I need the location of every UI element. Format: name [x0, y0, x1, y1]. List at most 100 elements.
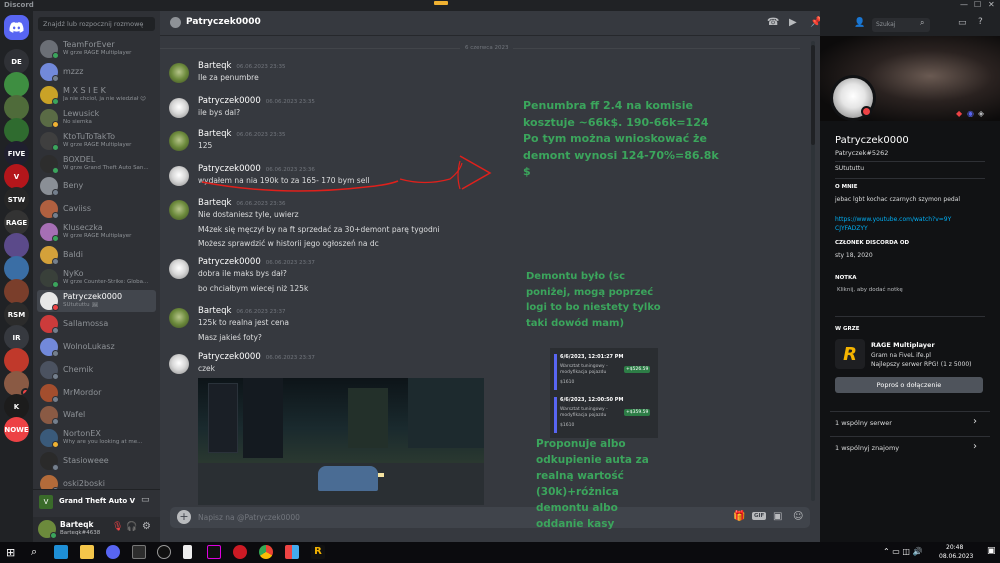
home-discord-icon[interactable]: [4, 15, 29, 40]
settings-gear-icon[interactable]: ⚙: [142, 521, 151, 532]
server-icon[interactable]: IR: [4, 325, 29, 350]
mic-muted-icon[interactable]: 🎙: [112, 522, 123, 532]
dm-item[interactable]: Chemik: [37, 359, 156, 381]
server-icon[interactable]: V: [4, 164, 29, 189]
dm-item[interactable]: TeamForEver W grze RAGE Multiplayer: [37, 38, 156, 60]
server-icon[interactable]: STW: [4, 187, 29, 212]
dm-item[interactable]: Wafel: [37, 404, 156, 426]
update-indicator[interactable]: [434, 1, 448, 5]
dm-item[interactable]: Sallamossa: [37, 313, 156, 335]
dm-name: Caviiss: [63, 204, 92, 214]
dm-item[interactable]: Patryczek0000 SUtututtu 🖼: [37, 289, 156, 312]
help-icon[interactable]: ?: [978, 17, 983, 27]
file-explorer-icon[interactable]: [80, 545, 94, 559]
status-icon: [52, 464, 59, 472]
receipt-date: 6/6/2023, 12:01:27 PM: [560, 354, 624, 360]
notepad-icon[interactable]: [183, 545, 192, 559]
mutual-friends-row[interactable]: 1 wspólnyj znajomy ›: [830, 437, 990, 459]
in-game-heading: W grze: [835, 326, 860, 332]
inbox-icon[interactable]: ▭: [958, 18, 967, 28]
dm-item[interactable]: Caviiss: [37, 198, 156, 220]
edge-icon[interactable]: [54, 545, 68, 559]
server-icon[interactable]: DE: [4, 49, 29, 74]
about-me-text: jebac lgbt kochac czarnych szymon pedal: [835, 196, 961, 203]
add-friend-icon[interactable]: 👤: [854, 18, 865, 28]
server-icon[interactable]: NOWE: [4, 417, 29, 442]
notifications-icon[interactable]: ▣: [987, 546, 996, 556]
close-icon[interactable]: ✕: [988, 0, 995, 9]
dm-item[interactable]: NyKo W grze Counter-Strike: Globa...: [37, 267, 156, 289]
dm-item[interactable]: Beny: [37, 175, 156, 197]
chevron-right-icon: ›: [973, 416, 977, 427]
status-icon: [52, 372, 59, 380]
system-tray-icons[interactable]: ⌃ ▭ ◫ 🔊: [883, 547, 922, 556]
receipt-entry: 6/6/2023, 12:01:27 PM Warsztat tuningowy …: [554, 354, 654, 392]
server-icon[interactable]: [4, 95, 29, 120]
windows-start-icon[interactable]: ⊞: [6, 546, 15, 559]
dm-item[interactable]: Baldi: [37, 244, 156, 266]
mutual-servers-row[interactable]: 1 wspólny serwer ›: [830, 412, 990, 434]
dm-activity: W grze RAGE Multiplayer: [63, 233, 132, 240]
search-icon[interactable]: ⌕: [920, 18, 924, 28]
minimize-icon[interactable]: —: [960, 0, 968, 9]
dm-activity: W grze Grand Theft Auto San...: [63, 164, 149, 171]
server-icon[interactable]: [4, 72, 29, 97]
server-icon[interactable]: [4, 371, 29, 396]
server-icon[interactable]: [4, 256, 29, 281]
opera-icon[interactable]: [233, 545, 247, 559]
discord-taskbar-icon[interactable]: [106, 545, 120, 559]
status-icon: [52, 120, 59, 128]
dm-item[interactable]: M X S I E K Ja nie chcioł, ja nie wiedzia…: [37, 84, 156, 106]
dm-item[interactable]: BOXDEL W grze Grand Theft Auto San...: [37, 153, 156, 175]
status-icon: [52, 395, 59, 403]
dm-name: Chemik: [63, 364, 94, 374]
member-since-heading: Członek Discorda od: [835, 240, 910, 246]
dm-item[interactable]: Stasioweee: [37, 450, 156, 472]
server-icon[interactable]: [4, 348, 29, 373]
status-icon: [52, 303, 59, 311]
ask-to-join-button[interactable]: Poproś o dołączenie: [835, 377, 983, 393]
server-icon[interactable]: RAGE: [4, 210, 29, 235]
dm-item[interactable]: WolnoLukasz: [37, 336, 156, 358]
chevron-right-icon: ›: [973, 441, 977, 452]
dm-activity: Why are you looking at me...: [63, 439, 143, 446]
dm-item[interactable]: NortonEX Why are you looking at me...: [37, 427, 156, 449]
search-icon[interactable]: ⌕: [31, 545, 37, 559]
now-playing-bar[interactable]: V Grand Theft Auto V ▭: [33, 489, 160, 513]
receipt-desc: Warsztat tuningowy - modyfikacja pojazdu: [560, 364, 608, 375]
about-me-link[interactable]: https://www.youtube.com/watch?v=9YCJYFAD…: [835, 215, 955, 233]
dm-item[interactable]: KtoTuToTakTo W grze RAGE Multiplayer: [37, 130, 156, 152]
server-icon[interactable]: [4, 233, 29, 258]
server-icon[interactable]: [4, 118, 29, 143]
chrome-icon[interactable]: [259, 545, 273, 559]
dm-name: NortonEX: [63, 429, 101, 439]
dm-item[interactable]: MrMordor: [37, 382, 156, 404]
server-icon[interactable]: RSM: [4, 302, 29, 327]
media-player-icon[interactable]: [157, 545, 171, 559]
dm-item[interactable]: Lewusick No siemka: [37, 107, 156, 129]
user-panel: Barteqk Barteqk#4638 🎙 🎧 ⚙: [33, 517, 160, 542]
receipt-screenshot: 6/6/2023, 12:01:27 PM Warsztat tuningowy …: [550, 348, 658, 438]
dm-name: mzzz: [63, 66, 84, 76]
dm-item[interactable]: Kluseczka W grze RAGE Multiplayer: [37, 221, 156, 243]
profile-custom-status: SUtututtu: [835, 165, 865, 172]
profile-tag: Patryczek#5262: [835, 149, 889, 157]
note-input[interactable]: Kliknij, aby dodać notkę: [837, 287, 903, 293]
server-icon[interactable]: FIVE: [4, 141, 29, 166]
dm-item[interactable]: mzzz: [37, 61, 156, 83]
dm-activity: W grze Counter-Strike: Globa...: [63, 279, 149, 285]
app-icon[interactable]: [132, 545, 146, 559]
dm-name: Wafel: [63, 410, 86, 420]
rage-multiplayer-icon[interactable]: R: [311, 545, 325, 559]
dm-search-input[interactable]: Znajdź lub rozpocznij rozmowę: [38, 17, 155, 31]
server-icon[interactable]: K: [4, 394, 29, 419]
maximize-icon[interactable]: ☐: [974, 0, 981, 9]
dm-activity: SUtututtu 🖼: [63, 301, 99, 308]
headphones-icon[interactable]: 🎧: [126, 522, 137, 532]
app-icon[interactable]: [285, 545, 299, 559]
dm-name: Patryczek0000: [63, 291, 123, 301]
receipt-id: $1610: [560, 380, 575, 385]
screen-share-icon[interactable]: ▭: [141, 495, 150, 505]
tiktok-icon[interactable]: [207, 545, 221, 559]
server-icon[interactable]: [4, 279, 29, 304]
